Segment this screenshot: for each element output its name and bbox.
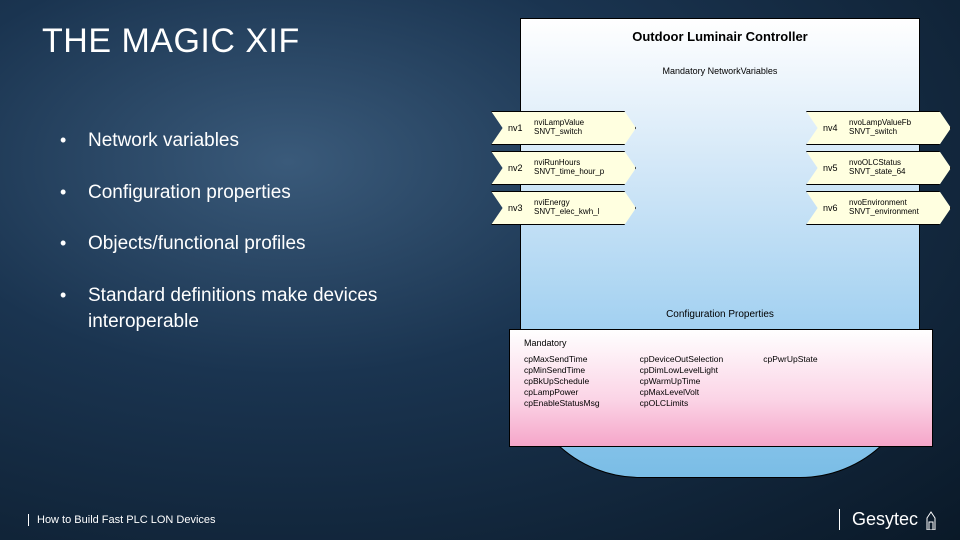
profile-title: Outdoor Luminair Controller [521,29,919,44]
nv-arrow: nv2 nviRunHours SNVT_time_hour_p [491,151,636,185]
cp-column: cpMaxSendTime cpMinSendTime cpBkUpSchedu… [524,354,600,408]
nv-arrow: nv6 nvoEnvironment SNVT_environment [806,191,951,225]
nv-output-row: nv5 nvoOLCStatus SNVT_state_64 [806,151,951,185]
nv-type: SNVT_elec_kwh_l [534,208,599,217]
nv-input-row: nv1 nviLampValue SNVT_switch [491,111,636,145]
nv-type: SNVT_environment [849,208,919,217]
cp-mandatory-label: Mandatory [524,338,918,348]
nv-id: nv3 [508,203,534,213]
nv-input-row: nv3 nviEnergy SNVT_elec_kwh_l [491,191,636,225]
cp-item: cpEnableStatusMsg [524,398,600,408]
bullet-item: Configuration properties [60,180,440,206]
bullet-item: Standard definitions make devices intero… [60,283,440,334]
cp-item: cpMaxLevelVolt [640,387,724,397]
nv-arrow: nv4 nvoLampValueFb SNVT_switch [806,111,951,145]
nv-id: nv6 [823,203,849,213]
cp-item: cpWarmUpTime [640,376,724,386]
cp-item: cpPwrUpState [763,354,817,364]
nv-id: nv5 [823,163,849,173]
profile-block: Outdoor Luminair Controller Mandatory Ne… [520,18,920,478]
nv-type: SNVT_state_64 [849,168,905,177]
nv-arrow: nv1 nviLampValue SNVT_switch [491,111,636,145]
cp-item: cpMaxSendTime [524,354,600,364]
mandatory-nv-label: Mandatory NetworkVariables [521,66,919,76]
cp-item: cpDimLowLevelLight [640,365,724,375]
bullet-list: Network variables Configuration properti… [60,128,440,360]
cp-item: cpMinSendTime [524,365,600,375]
cp-section-label: Configuration Properties [521,309,919,320]
cp-column: cpDeviceOutSelection cpDimLowLevelLight … [640,354,724,408]
nv-output-row: nv4 nvoLampValueFb SNVT_switch [806,111,951,145]
cp-item: cpLampPower [524,387,600,397]
nv-input-row: nv2 nviRunHours SNVT_time_hour_p [491,151,636,185]
cp-item: cpDeviceOutSelection [640,354,724,364]
nv-id: nv4 [823,123,849,133]
nv-type: SNVT_switch [534,128,584,137]
footer-text: How to Build Fast PLC LON Devices [28,514,216,526]
xif-diagram: Outdoor Luminair Controller Mandatory Ne… [500,18,940,498]
brand-tower-icon [924,510,938,530]
nv-id: nv2 [508,163,534,173]
cp-column: cpPwrUpState [763,354,817,408]
nv-output-row: nv6 nvoEnvironment SNVT_environment [806,191,951,225]
nv-arrow: nv5 nvoOLCStatus SNVT_state_64 [806,151,951,185]
cp-item: cpBkUpSchedule [524,376,600,386]
nv-id: nv1 [508,123,534,133]
bullet-item: Network variables [60,128,440,154]
cp-item: cpOLCLimits [640,398,724,408]
nv-type: SNVT_switch [849,128,911,137]
nv-type: SNVT_time_hour_p [534,168,604,177]
cp-box: Mandatory cpMaxSendTime cpMinSendTime cp… [509,329,933,447]
nv-arrow: nv3 nviEnergy SNVT_elec_kwh_l [491,191,636,225]
brand-logo: Gesytec [839,509,938,530]
brand-name: Gesytec [852,509,918,530]
page-title: THE MAGIC XIF [42,22,300,61]
bullet-item: Objects/functional profiles [60,231,440,257]
